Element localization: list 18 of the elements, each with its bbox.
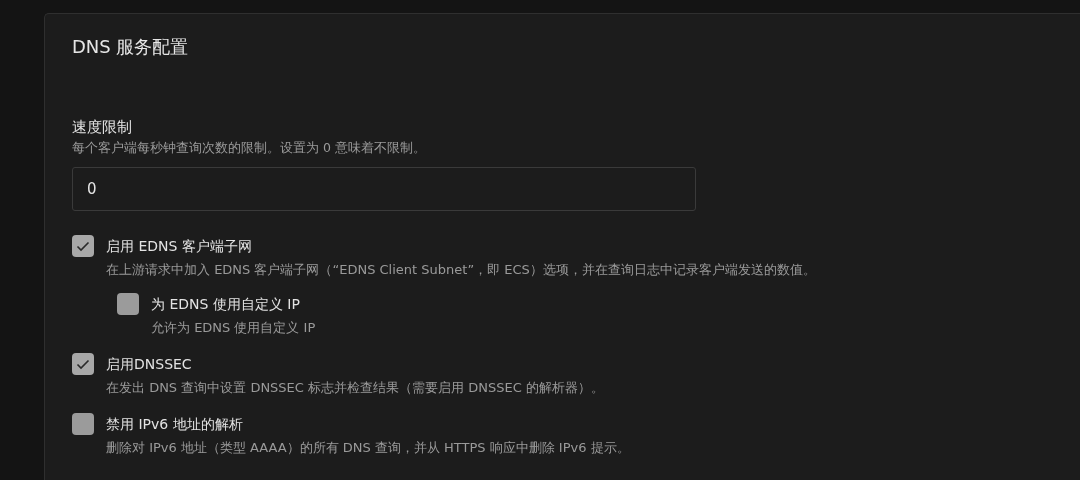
field-description: 每个客户端每秒钟查询次数的限制。设置为 0 意味着不限制。 (72, 139, 427, 157)
option-label: 为 EDNS 使用自定义 IP (151, 295, 300, 314)
option-description: 删除对 IPv6 地址（类型 AAAA）的所有 DNS 查询，并从 HTTPS 响应中删除 IPv6 提示。 (106, 439, 631, 457)
option-description: 允许为 EDNS 使用自定义 IP (151, 319, 317, 337)
option-label: 启用DNSSEC (106, 355, 192, 374)
option-description: 在上游请求中加入 EDNS 客户端子网（“EDNS Client Subnet”，即 ECS）选项，并在查询日志中记录客户端发送的数值。 (106, 261, 817, 279)
checkbox[interactable] (72, 413, 94, 435)
option-description: 在发出 DNS 查询中设置 DNSSEC 标志并检查结果（需要启用 DNSSEC 的解析器）。 (106, 379, 605, 397)
checkbox[interactable] (72, 353, 94, 375)
card-title: DNS 服务配置 (72, 35, 190, 59)
checkbox[interactable] (117, 293, 139, 315)
field-label: 速度限制 (72, 117, 133, 138)
checkmark-icon (76, 358, 90, 370)
option-label: 启用 EDNS 客户端子网 (106, 237, 252, 256)
checkbox[interactable] (72, 235, 94, 257)
rate-limit-field[interactable]: 0 (72, 167, 696, 211)
checkmark-icon (76, 240, 90, 252)
option-label: 禁用 IPv6 地址的解析 (106, 415, 243, 434)
